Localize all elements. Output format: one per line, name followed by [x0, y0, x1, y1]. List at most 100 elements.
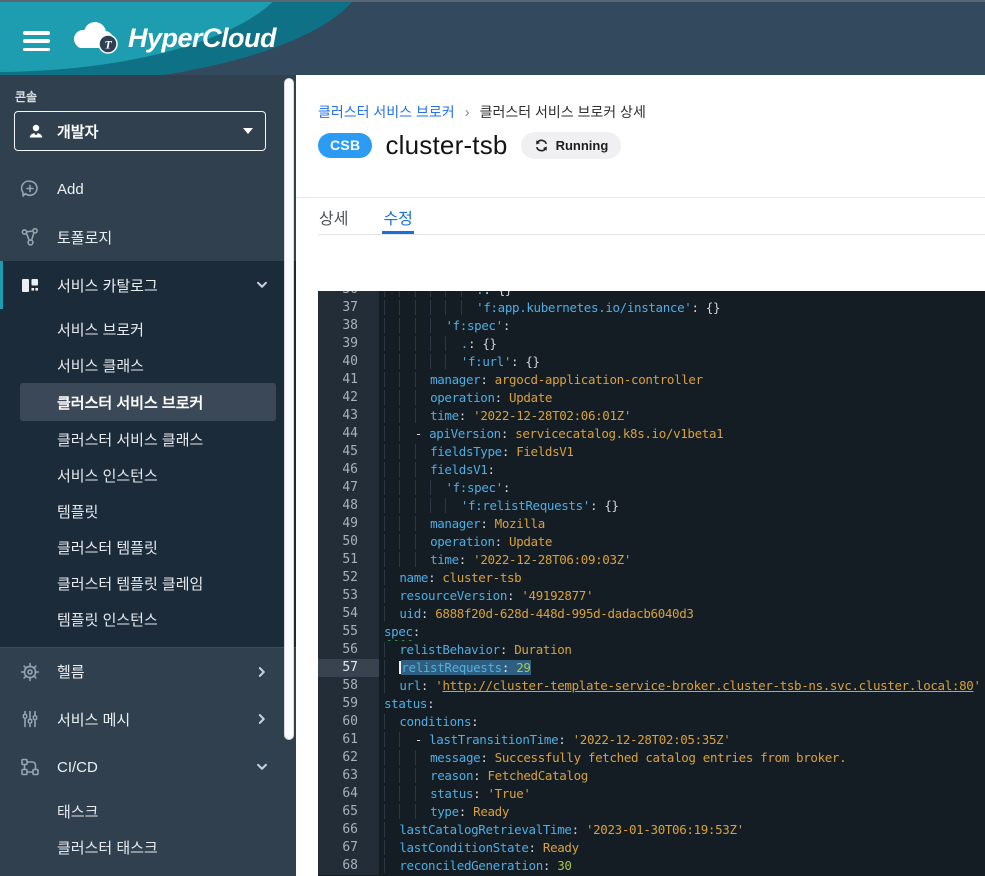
- cicd-icon: [20, 757, 40, 777]
- line-number: 64: [318, 785, 379, 803]
- code-line-55[interactable]: 55spec:: [318, 623, 985, 641]
- sidebar-item-template-instance[interactable]: 템플릿 인스턴스: [0, 601, 296, 637]
- line-number: 43: [318, 407, 379, 425]
- code-line-37[interactable]: 37 'f:app.kubernetes.io/instance': {}: [318, 299, 985, 317]
- code-line-46[interactable]: 46 fieldsV1:: [318, 461, 985, 479]
- line-number: 52: [318, 569, 379, 587]
- code-text: operation: Update: [379, 533, 985, 551]
- line-number: 36: [318, 291, 379, 299]
- app-root: T HyperCloud 콘솔 개발자 Add토폴로지서비스 카탈로그서비스 브…: [0, 0, 985, 876]
- code-line-47[interactable]: 47 'f:spec':: [318, 479, 985, 497]
- yaml-editor[interactable]: 36 .: {}37 'f:app.kubernetes.io/instance…: [318, 291, 985, 876]
- sidebar-item-service-broker[interactable]: 서비스 브로커: [0, 311, 296, 347]
- brand-name: HyperCloud: [128, 23, 276, 54]
- menu-toggle-button[interactable]: [23, 31, 50, 51]
- code-line-45[interactable]: 45 fieldsType: FieldsV1: [318, 443, 985, 461]
- line-number: 61: [318, 731, 379, 749]
- sidebar-item-cluster-task[interactable]: 클러스터 태스크: [0, 829, 296, 865]
- perspective-value: 개발자: [57, 121, 231, 142]
- user-icon: [27, 122, 45, 140]
- sidebar-item-cluster-service-broker[interactable]: 클러스터 서비스 브로커: [20, 383, 276, 421]
- sidebar-item-cluster-service-class[interactable]: 클러스터 서비스 클래스: [0, 421, 296, 457]
- code-line-53[interactable]: 53 resourceVersion: '49192877': [318, 587, 985, 605]
- sidebar-item-add[interactable]: Add: [0, 165, 296, 213]
- line-number: 59: [318, 695, 379, 713]
- code-line-67[interactable]: 67 lastConditionState: Ready: [318, 839, 985, 857]
- sidebar-item-helm[interactable]: 헬름: [0, 647, 296, 695]
- code-line-44[interactable]: 44 - apiVersion: servicecatalog.k8s.io/v…: [318, 425, 985, 443]
- chevron-right-icon: [252, 662, 272, 682]
- line-number: 56: [318, 641, 379, 659]
- line-number: 68: [318, 857, 379, 875]
- sidebar-item-service-mesh[interactable]: 서비스 메시: [0, 695, 296, 743]
- line-number: 55: [318, 623, 379, 641]
- caret-down-icon: [243, 128, 253, 134]
- code-line-52[interactable]: 52 name: cluster-tsb: [318, 569, 985, 587]
- sidebar-item-service-catalog[interactable]: 서비스 카탈로그: [0, 261, 296, 309]
- helm-icon: [20, 662, 40, 682]
- code-line-64[interactable]: 64 status: 'True': [318, 785, 985, 803]
- line-number: 66: [318, 821, 379, 839]
- tab-edit[interactable]: 수정: [382, 198, 413, 234]
- code-text: time: '2022-12-28T02:06:01Z': [379, 407, 985, 425]
- code-line-41[interactable]: 41 manager: argocd-application-controlle…: [318, 371, 985, 389]
- code-text: fieldsType: FieldsV1: [379, 443, 985, 461]
- sidebar-item-label: Add: [57, 181, 272, 198]
- code-line-60[interactable]: 60 conditions:: [318, 713, 985, 731]
- code-line-59[interactable]: 59status:: [318, 695, 985, 713]
- sidebar-item-task-run[interactable]: 태스크 런: [0, 865, 296, 876]
- code-text: fieldsV1:: [379, 461, 985, 479]
- code-line-42[interactable]: 42 operation: Update: [318, 389, 985, 407]
- sidebar-item-topology[interactable]: 토폴로지: [0, 213, 296, 261]
- code-text: 'f:url': {}: [379, 353, 985, 371]
- line-number: 63: [318, 767, 379, 785]
- code-line-40[interactable]: 40 'f:url': {}: [318, 353, 985, 371]
- sidebar-scrollbar[interactable]: [284, 78, 294, 740]
- code-line-48[interactable]: 48 'f:relistRequests': {}: [318, 497, 985, 515]
- breadcrumb-link[interactable]: 클러스터 서비스 브로커: [318, 102, 455, 122]
- code-line-49[interactable]: 49 manager: Mozilla: [318, 515, 985, 533]
- console-label: 콘솔: [15, 88, 296, 105]
- code-text: relistBehavior: Duration: [379, 641, 985, 659]
- code-line-38[interactable]: 38 'f:spec':: [318, 317, 985, 335]
- sidebar-item-template[interactable]: 템플릿: [0, 493, 296, 529]
- code-line-65[interactable]: 65 type: Ready: [318, 803, 985, 821]
- breadcrumb-separator: ›: [465, 104, 470, 121]
- sidebar-item-cluster-template[interactable]: 클러스터 템플릿: [0, 529, 296, 565]
- code-line-43[interactable]: 43 time: '2022-12-28T02:06:01Z': [318, 407, 985, 425]
- code-line-51[interactable]: 51 time: '2022-12-28T06:09:03Z': [318, 551, 985, 569]
- page-title-row: CSB cluster-tsb Running: [318, 130, 621, 161]
- code-line-62[interactable]: 62 message: Successfully fetched catalog…: [318, 749, 985, 767]
- code-line-66[interactable]: 66 lastCatalogRetrievalTime: '2023-01-30…: [318, 821, 985, 839]
- code-text: 'f:relistRequests': {}: [379, 497, 985, 515]
- code-line-39[interactable]: 39 .: {}: [318, 335, 985, 353]
- line-number: 50: [318, 533, 379, 551]
- line-number: 62: [318, 749, 379, 767]
- sidebar-item-cluster-template-claim[interactable]: 클러스터 템플릿 클레임: [0, 565, 296, 601]
- sidebar-item-service-instance[interactable]: 서비스 인스턴스: [0, 457, 296, 493]
- page-title: cluster-tsb: [385, 130, 507, 161]
- code-line-57[interactable]: 57 relistRequests: 29: [318, 659, 985, 677]
- sidebar-item-label: 서비스 메시: [57, 709, 235, 730]
- code-line-50[interactable]: 50 operation: Update: [318, 533, 985, 551]
- code-line-61[interactable]: 61 - lastTransitionTime: '2022-12-28T02:…: [318, 731, 985, 749]
- line-number: 54: [318, 605, 379, 623]
- sidebar-item-task[interactable]: 태스크: [0, 793, 296, 829]
- code-line-54[interactable]: 54 uid: 6888f20d-628d-448d-995d-dadacb60…: [318, 605, 985, 623]
- code-text: .: {}: [379, 335, 985, 353]
- code-line-63[interactable]: 63 reason: FetchedCatalog: [318, 767, 985, 785]
- sidebar-item-service-class[interactable]: 서비스 클래스: [0, 347, 296, 383]
- code-line-56[interactable]: 56 relistBehavior: Duration: [318, 641, 985, 659]
- tab-detail[interactable]: 상세: [318, 198, 349, 234]
- code-line-68[interactable]: 68 reconciledGeneration: 30: [318, 857, 985, 875]
- sidebar-item-label: 토폴로지: [57, 227, 272, 248]
- code-line-58[interactable]: 58 url: 'http://cluster-template-service…: [318, 677, 985, 695]
- code-text: reconciledGeneration: 30: [379, 857, 985, 875]
- perspective-dropdown[interactable]: 개발자: [14, 111, 266, 151]
- code-line-36[interactable]: 36 .: {}: [318, 291, 985, 299]
- code-text: - apiVersion: servicecatalog.k8s.io/v1be…: [379, 425, 985, 443]
- sidebar-item-cicd[interactable]: CI/CD: [0, 743, 296, 791]
- code-text: uid: 6888f20d-628d-448d-995d-dadacb6040d…: [379, 605, 985, 623]
- code-text: url: 'http://cluster-template-service-br…: [379, 677, 985, 695]
- chevron-down-icon: [252, 275, 272, 295]
